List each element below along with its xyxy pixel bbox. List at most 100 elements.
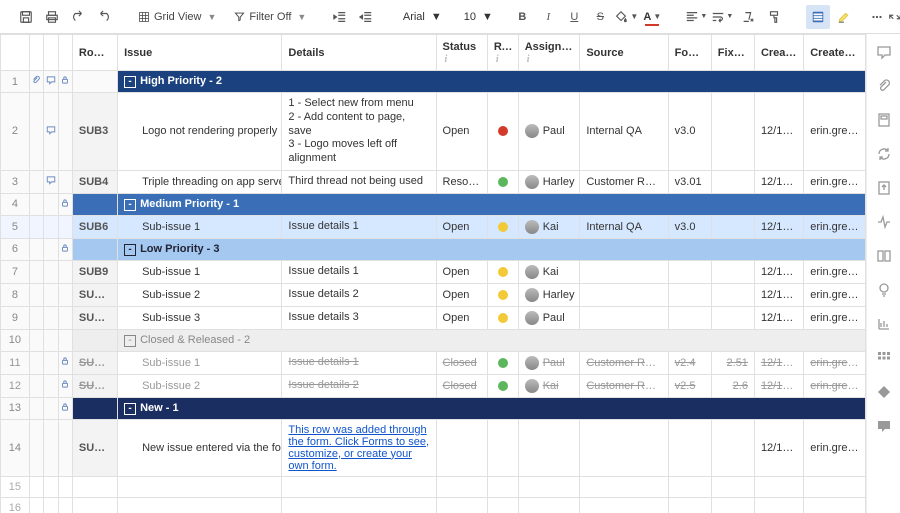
source-cell[interactable]: Internal QA — [580, 215, 668, 238]
details-cell[interactable]: Issue details 1 — [282, 260, 436, 283]
col-ryg[interactable]: RYGi — [487, 35, 518, 71]
details-cell[interactable]: 1 - Select new from menu2 - Add content … — [282, 93, 436, 171]
created-cell[interactable]: 12/12/19 7 — [754, 351, 803, 374]
source-cell[interactable] — [580, 419, 668, 476]
issue-cell[interactable]: Sub-issue 2 — [118, 374, 282, 397]
col-details[interactable]: Details — [282, 35, 436, 71]
outdent-button[interactable] — [328, 5, 352, 29]
found-in-cell[interactable] — [668, 283, 711, 306]
wrap-button[interactable]: ▼ — [710, 5, 734, 29]
status-cell[interactable]: Resolved — [436, 170, 487, 193]
created-by-cell[interactable]: erin.greunke@ — [804, 170, 866, 193]
col-created[interactable]: Created — [754, 35, 803, 71]
ryg-cell[interactable] — [487, 419, 518, 476]
status-cell[interactable]: Open — [436, 260, 487, 283]
found-in-cell[interactable] — [668, 306, 711, 329]
source-cell[interactable]: Customer Reported — [580, 374, 668, 397]
details-cell[interactable]: Issue details 2 — [282, 283, 436, 306]
table-row[interactable]: 12SUB14Sub-issue 2Issue details 2ClosedK… — [1, 374, 866, 397]
tag-icon[interactable] — [874, 382, 894, 402]
expand-icon[interactable]: - — [124, 403, 136, 415]
fixed-in-cell[interactable] — [711, 170, 754, 193]
fixed-in-cell[interactable] — [711, 215, 754, 238]
assigned-cell[interactable]: Paul — [518, 351, 580, 374]
created-by-cell[interactable]: erin.greunke@ — [804, 419, 866, 476]
issue-cell[interactable]: Triple threading on app servers — [118, 170, 282, 193]
assigned-cell[interactable]: Kai — [518, 374, 580, 397]
table-row[interactable]: 5SUB6Sub-issue 1Issue details 1OpenKaiIn… — [1, 215, 866, 238]
ryg-cell[interactable] — [487, 283, 518, 306]
assigned-cell[interactable]: Kai — [518, 215, 580, 238]
ryg-cell[interactable] — [487, 170, 518, 193]
comments-icon[interactable] — [874, 42, 894, 62]
format-painter-button[interactable] — [762, 5, 786, 29]
issue-cell[interactable]: Sub-issue 3 — [118, 306, 282, 329]
col-found-in[interactable]: Found In — [668, 35, 711, 71]
apps-icon[interactable] — [874, 348, 894, 368]
found-in-cell[interactable]: v3.0 — [668, 215, 711, 238]
found-in-cell[interactable]: v2.5 — [668, 374, 711, 397]
source-cell[interactable]: Customer Reported — [580, 351, 668, 374]
fill-color-button[interactable]: ▼ — [614, 5, 638, 29]
col-fixed-in[interactable]: Fixed In — [711, 35, 754, 71]
chat-icon[interactable] — [874, 416, 894, 436]
status-cell[interactable]: Closed — [436, 351, 487, 374]
section-row[interactable]: 13-New - 1 — [1, 397, 866, 419]
fixed-in-cell[interactable] — [711, 306, 754, 329]
created-cell[interactable]: 12/12/19 7 — [754, 374, 803, 397]
issue-cell[interactable]: Sub-issue 1 — [118, 351, 282, 374]
details-cell[interactable]: Issue details 2 — [282, 374, 436, 397]
created-by-cell[interactable]: erin.greunke@ — [804, 374, 866, 397]
chart-icon[interactable] — [874, 314, 894, 334]
empty-row[interactable]: 15 — [1, 476, 866, 497]
created-cell[interactable]: 12/12/19 7 — [754, 306, 803, 329]
source-cell[interactable] — [580, 306, 668, 329]
col-assigned[interactable]: Assigned Toi — [518, 35, 580, 71]
details-cell[interactable]: Issue details 1 — [282, 215, 436, 238]
section-row[interactable]: 4-Medium Priority - 1 — [1, 193, 866, 215]
clear-format-button[interactable] — [736, 5, 760, 29]
col-source[interactable]: Source — [580, 35, 668, 71]
status-cell[interactable]: Open — [436, 306, 487, 329]
created-cell[interactable]: 12/12/19 7 — [754, 419, 803, 476]
created-cell[interactable]: 12/12/19 7 — [754, 170, 803, 193]
col-row-id[interactable]: Row ID — [72, 35, 117, 71]
expand-icon[interactable]: - — [124, 335, 136, 347]
created-by-cell[interactable]: erin.greunke@ — [804, 351, 866, 374]
sheet[interactable]: Row ID Issue Details Statusi RYGi Assign… — [0, 34, 866, 513]
source-cell[interactable]: Customer Reported — [580, 170, 668, 193]
bold-button[interactable]: B — [510, 5, 534, 29]
ryg-cell[interactable] — [487, 351, 518, 374]
conditional-format-button[interactable] — [806, 5, 830, 29]
empty-row[interactable]: 16 — [1, 497, 866, 513]
section-row[interactable]: 10-Closed & Released - 2 — [1, 329, 866, 351]
text-color-button[interactable]: A ▼ — [640, 5, 664, 29]
align-button[interactable]: ▼ — [684, 5, 708, 29]
grid-view-dropdown[interactable]: Grid View ▼ — [130, 8, 224, 26]
print-button[interactable] — [40, 5, 64, 29]
assigned-cell[interactable]: Kai — [518, 260, 580, 283]
details-cell[interactable]: Third thread not being used — [282, 170, 436, 193]
activity-icon[interactable] — [874, 212, 894, 232]
created-cell[interactable]: 12/12/19 7 — [754, 260, 803, 283]
status-cell[interactable]: Closed — [436, 374, 487, 397]
strikethrough-button[interactable]: S — [588, 5, 612, 29]
status-cell[interactable]: Open — [436, 283, 487, 306]
assigned-cell[interactable]: Paul — [518, 306, 580, 329]
table-row[interactable]: 11SUB13Sub-issue 1Issue details 1ClosedP… — [1, 351, 866, 374]
font-size-dropdown[interactable]: 10 ▼ — [460, 8, 496, 26]
publish-icon[interactable] — [874, 178, 894, 198]
source-cell[interactable]: Internal QA — [580, 93, 668, 171]
save-button[interactable] — [14, 5, 38, 29]
col-issue[interactable]: Issue — [118, 35, 282, 71]
issue-cell[interactable]: Sub-issue 1 — [118, 260, 282, 283]
table-row[interactable]: 8SUB10Sub-issue 2Issue details 2OpenHarl… — [1, 283, 866, 306]
details-cell[interactable]: This row was added through the form. Cli… — [282, 419, 436, 476]
ryg-cell[interactable] — [487, 260, 518, 283]
issue-cell[interactable]: Sub-issue 2 — [118, 283, 282, 306]
issue-cell[interactable]: Sub-issue 1 — [118, 215, 282, 238]
fixed-in-cell[interactable] — [711, 283, 754, 306]
table-row[interactable]: 3SUB4Triple threading on app serversThir… — [1, 170, 866, 193]
assigned-cell[interactable]: Paul — [518, 93, 580, 171]
status-cell[interactable]: Open — [436, 93, 487, 171]
